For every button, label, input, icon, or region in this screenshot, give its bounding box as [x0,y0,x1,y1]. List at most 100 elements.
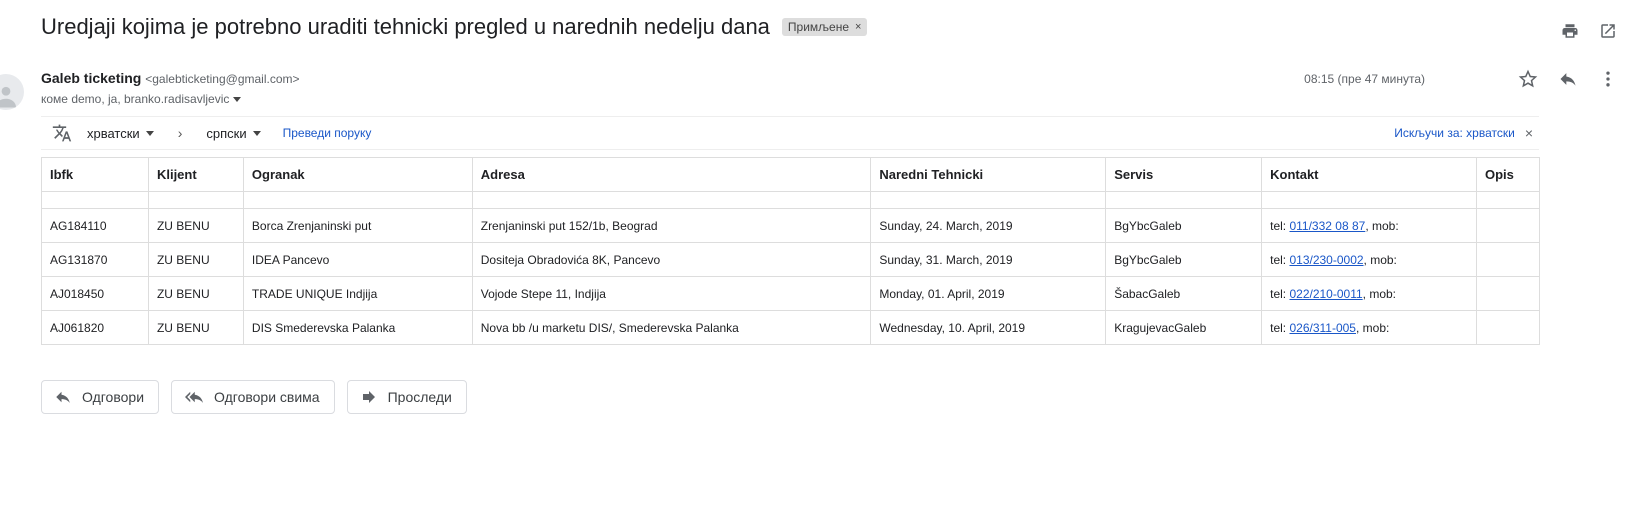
cell-datum: Sunday, 31. March, 2019 [870,242,1107,277]
mob-text: , mob: [1365,218,1399,233]
cell-servis: ŠabacGaleb [1105,276,1263,311]
cell-opis [1475,310,1541,345]
recipients-text: коме demo, ja, branko.radisavljevic [41,92,230,106]
star-icon[interactable] [1517,68,1539,90]
column-header: Klijent [147,157,244,192]
cell-servis: BgYbcGaleb [1105,208,1263,243]
target-language-label: српски [206,125,247,141]
sender-email: <galebticketing@gmail.com> [145,72,300,86]
cell-adresa: Zrenjaninski put 152/1b, Beograd [471,208,872,243]
cell-klijent: ZU BENU [147,242,244,277]
forward-button-label: Проследи [387,389,452,405]
sender-info: Galeb ticketing <galebticketing@gmail.co… [41,70,300,86]
source-language-select[interactable]: хрватски [87,126,154,141]
open-in-new-icon[interactable] [1597,20,1619,42]
table-row: AJ018450 ZU BENU TRADE UNIQUE Indjija Vo… [41,276,1541,311]
reply-button[interactable]: Одговори [41,380,160,414]
cell-ogranak: Borca Zrenjaninski put [242,208,473,243]
tel-prefix: tel: [1270,218,1290,233]
reply-all-button[interactable]: Одговори свима [171,380,335,414]
forward-button[interactable]: Проследи [346,380,467,414]
cell-ogranak: DIS Smederevska Palanka [242,310,473,345]
email-time: 08:15 (пре 47 минута) [1304,72,1425,86]
turn-off-translation-link[interactable]: Искључи за: хрватски [1394,126,1515,140]
tel-prefix: tel: [1270,286,1290,301]
recipients-line[interactable]: коме demo, ja, branko.radisavljevic [41,92,242,106]
column-header: Opis [1475,157,1541,192]
cell-kontakt: tel: 013/230-0002, mob: [1261,242,1477,277]
cell-kontakt: tel: 022/210-0011, mob: [1261,276,1477,311]
empty-row [41,191,1541,209]
table-header-row: Ibfk Klijent Ogranak Adresa Naredni Tehn… [41,157,1541,192]
top-actions [1559,20,1619,42]
cell-adresa: Nova bb /u marketu DIS/, Smederevska Pal… [471,310,872,345]
email-subject: Uredjaji kojima je potrebno uraditi tehn… [41,14,868,40]
column-header: Ogranak [242,157,473,192]
table-row: AJ061820 ZU BENU DIS Smederevska Palanka… [41,310,1541,345]
column-header: Ibfk [41,157,149,192]
translate-icon [51,122,73,144]
person-icon [0,86,16,108]
cell-klijent: ZU BENU [147,276,244,311]
phone-link[interactable]: 011/332 08 87 [1289,219,1365,233]
recipients-dropdown-icon[interactable] [233,96,242,102]
cell-ogranak: TRADE UNIQUE Indjija [242,276,473,311]
cell-ibfk: AJ018450 [41,276,149,311]
column-header: Kontakt [1261,157,1477,192]
reply-all-icon [185,391,204,403]
reply-icon [56,391,70,403]
phone-link[interactable]: 022/210-0011 [1289,287,1362,301]
tel-prefix: tel: [1270,252,1290,267]
table-row: AG131870 ZU BENU IDEA Pancevo Dositeja O… [41,242,1541,277]
more-vert-icon[interactable] [1597,68,1619,90]
cell-opis [1475,208,1541,243]
source-language-dropdown-icon [145,130,154,136]
sender-avatar [0,74,24,110]
cell-datum: Sunday, 24. March, 2019 [870,208,1107,243]
target-language-select[interactable]: српски [206,125,261,141]
cell-servis: BgYbcGaleb [1105,242,1263,277]
devices-table: Ibfk Klijent Ogranak Adresa Naredni Tehn… [41,157,1541,345]
close-translate-icon[interactable]: × [1525,125,1533,141]
reply-actions: Одговори Одговори свима Проследи [41,380,467,414]
cell-kontakt: tel: 011/332 08 87, mob: [1261,208,1477,243]
cell-datum: Wednesday, 10. April, 2019 [870,310,1107,345]
reply-icon[interactable] [1557,68,1579,90]
cell-kontakt: tel: 026/311-005, mob: [1261,310,1477,345]
remove-label-icon[interactable]: × [855,21,861,33]
cell-klijent: ZU BENU [147,310,244,345]
column-header: Servis [1105,157,1263,192]
target-language-dropdown-icon [252,130,261,136]
cell-adresa: Dositeja Obradovića 8K, Pancevo [471,242,872,277]
cell-datum: Monday, 01. April, 2019 [870,276,1107,311]
reply-button-label: Одговори [82,389,145,405]
tel-prefix: tel: [1270,320,1290,335]
label-text: Примљене [787,20,850,34]
mob-text: , mob: [1355,320,1390,335]
cell-ibfk: AJ061820 [41,310,149,345]
table-row: AG184110 ZU BENU Borca Zrenjaninski put … [41,208,1541,243]
subject-text: Uredjaji kojima je potrebno uraditi tehn… [41,14,770,39]
message-actions [1517,68,1619,90]
cell-klijent: ZU BENU [147,208,244,243]
cell-servis: KragujevacGaleb [1105,310,1263,345]
sender-name[interactable]: Galeb ticketing [41,70,141,86]
forward-icon [362,391,375,403]
translate-bar: хрватски › српски Преведи поруку Искључи… [41,116,1539,150]
cell-ibfk: AG184110 [41,208,149,243]
cell-ibfk: AG131870 [41,242,149,277]
cell-adresa: Vojode Stepe 11, Indjija [471,276,872,311]
phone-link[interactable]: 013/230-0002 [1289,253,1363,267]
phone-link[interactable]: 026/311-005 [1289,321,1356,335]
mob-text: , mob: [1362,286,1397,301]
print-icon[interactable] [1559,20,1581,42]
cell-ogranak: IDEA Pancevo [242,242,473,277]
chevron-right-icon: › [177,125,183,141]
column-header: Adresa [471,157,872,192]
cell-opis [1475,242,1541,277]
reply-all-button-label: Одговори свима [214,389,320,405]
translate-message-link[interactable]: Преведи поруку [283,126,372,140]
inbox-label-chip[interactable]: Примљене × [781,18,868,36]
column-header: Naredni Tehnicki [870,157,1107,192]
cell-opis [1475,276,1541,311]
